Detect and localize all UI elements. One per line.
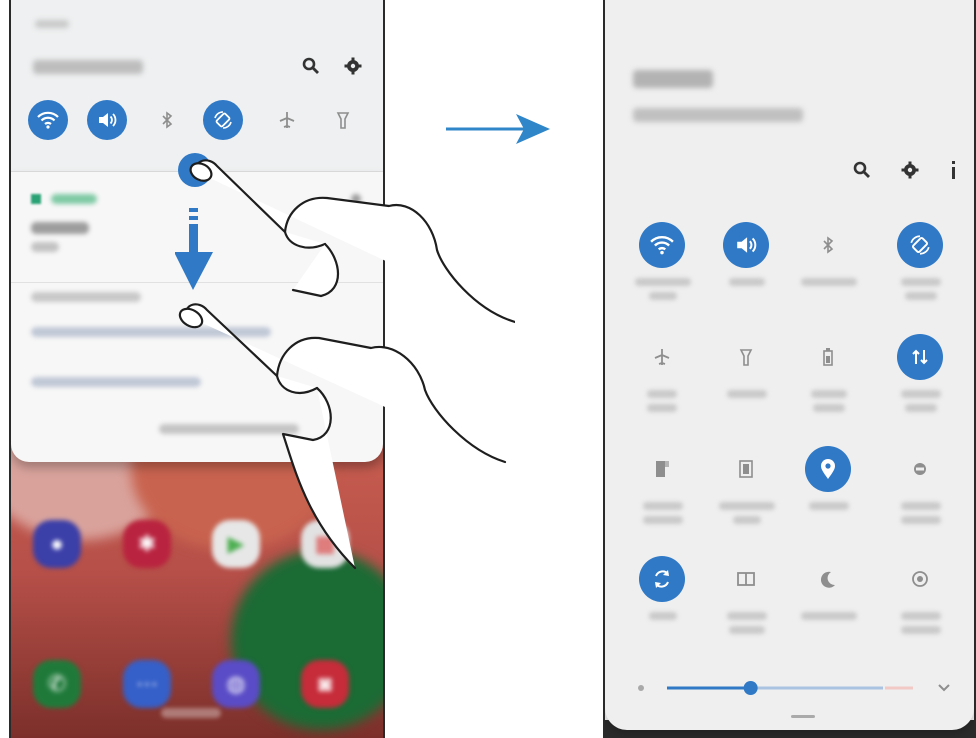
quick-panel-collapsed: [11, 0, 383, 172]
night-mode-icon: [820, 571, 835, 588]
tile-night-mode[interactable]: [801, 556, 857, 652]
status-bar-time: [35, 20, 69, 28]
camera-icon[interactable]: ◙: [301, 660, 349, 708]
internet-icon[interactable]: ◍: [212, 660, 260, 708]
screen-icon: [739, 460, 753, 478]
notification-row-1[interactable]: [31, 327, 271, 337]
bluetooth-icon: [162, 111, 173, 129]
sound-icon: [737, 237, 757, 253]
left-phone-screen: ● ✱ ▶ ▦ ✆ ⋯ ◍ ◙: [9, 0, 385, 738]
tile-mobile-data[interactable]: [893, 334, 949, 430]
notification-card: [11, 172, 383, 462]
hotspot-icon: [914, 463, 926, 475]
nfc-icon: [656, 461, 669, 477]
tile-bluetooth[interactable]: [801, 222, 857, 318]
auto-rotate-icon: [214, 111, 232, 129]
app-notification-icon: [31, 194, 41, 204]
tile-focus-mode[interactable]: [893, 556, 949, 652]
notification-app-name: [51, 194, 97, 204]
clock-text: [633, 70, 713, 88]
messages-icon[interactable]: ⋯: [123, 660, 171, 708]
tile-screen-mode[interactable]: [719, 446, 775, 542]
tile-sound[interactable]: [719, 222, 775, 318]
gear-icon[interactable]: [900, 160, 920, 180]
notification-expand-icon[interactable]: [351, 194, 361, 204]
panel-drag-handle[interactable]: [791, 715, 815, 718]
auto-rotate-toggle[interactable]: [203, 100, 243, 140]
notification-section-header: [31, 292, 141, 302]
airplane-icon: [654, 349, 670, 365]
bluetooth-icon: [823, 236, 834, 254]
carrier-label: [33, 60, 143, 74]
location-icon: [821, 459, 835, 479]
mobile-data-icon: [912, 349, 928, 365]
tile-auto-rotate[interactable]: [893, 222, 949, 318]
brightness-slider[interactable]: [633, 678, 953, 698]
dual-screen-icon: [737, 572, 755, 586]
notification-body: [31, 242, 59, 252]
tile-wifi[interactable]: [635, 222, 691, 318]
store-icon[interactable]: ●: [33, 520, 81, 568]
notification-row-2[interactable]: [31, 377, 201, 387]
notification-title: [31, 222, 89, 234]
brightness-low-icon: [638, 685, 644, 691]
wifi-icon: [650, 235, 674, 255]
tile-flashlight[interactable]: [719, 334, 775, 430]
battery-icon: [823, 348, 833, 366]
app-folder-icon[interactable]: ▦: [301, 520, 349, 568]
tile-dual-screen[interactable]: [719, 556, 775, 652]
search-icon[interactable]: [301, 56, 321, 76]
transition-arrow-icon: [446, 114, 550, 144]
auto-rotate-icon: [910, 235, 930, 255]
airplane-toggle[interactable]: [267, 100, 307, 140]
sound-icon: [99, 113, 117, 127]
brightness-thumb: [743, 681, 758, 695]
bluetooth-toggle[interactable]: [147, 100, 187, 140]
flashlight-toggle[interactable]: [323, 100, 363, 140]
phone-icon[interactable]: ✆: [33, 660, 81, 708]
wifi-icon: [37, 111, 59, 129]
chevron-down-icon: [938, 684, 950, 692]
date-text: [633, 108, 803, 122]
flashlight-icon: [739, 349, 753, 366]
tile-nfc[interactable]: [635, 446, 691, 542]
more-options-icon[interactable]: [943, 160, 963, 180]
right-phone-screen: [603, 0, 976, 738]
tile-sync[interactable]: [635, 556, 691, 652]
page-indicator: [161, 708, 221, 718]
quick-panel-expanded: [605, 0, 974, 730]
instruction-illustration: ● ✱ ▶ ▦ ✆ ⋯ ◍ ◙: [0, 0, 976, 738]
search-icon[interactable]: [852, 160, 872, 180]
notification-settings-link[interactable]: [159, 424, 299, 434]
focus-icon: [912, 571, 928, 587]
airplane-icon: [279, 112, 295, 128]
gear-icon[interactable]: [343, 56, 363, 76]
sound-toggle[interactable]: [87, 100, 127, 140]
sync-icon: [655, 570, 669, 588]
tile-power-saving[interactable]: [801, 334, 857, 430]
tile-airplane[interactable]: [635, 334, 691, 430]
settings-flower-icon[interactable]: ✱: [123, 520, 171, 568]
wifi-toggle[interactable]: [28, 100, 68, 140]
tile-hotspot[interactable]: [893, 446, 949, 542]
tile-location[interactable]: [801, 446, 857, 542]
flashlight-icon: [336, 112, 350, 129]
play-store-icon[interactable]: ▶: [212, 520, 260, 568]
